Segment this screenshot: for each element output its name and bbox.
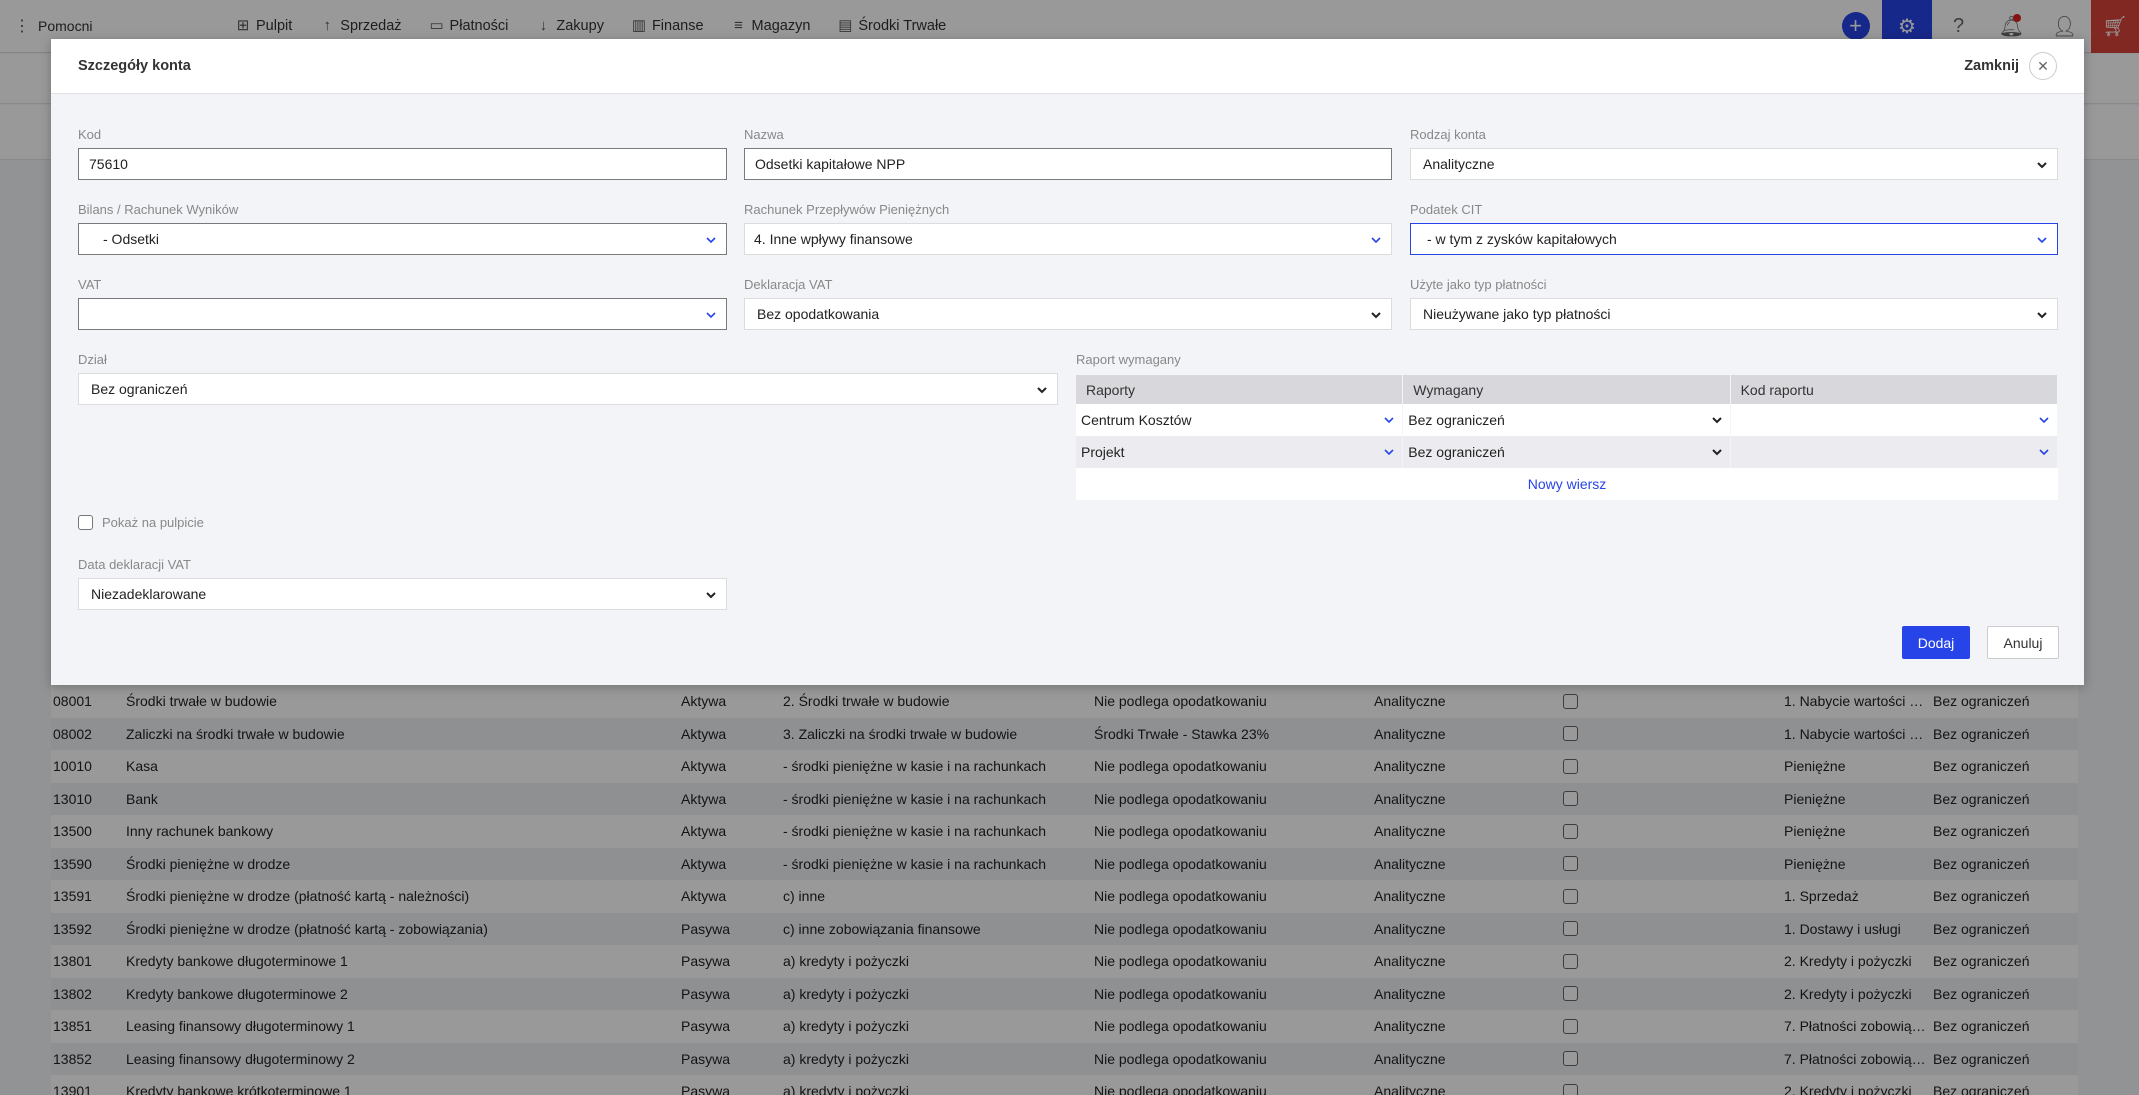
header-raporty: Raporty bbox=[1076, 375, 1404, 404]
typ-platnosci-value: Nieużywane jako typ płatności bbox=[1423, 306, 1611, 322]
rodzaj-konta-select[interactable]: Analityczne bbox=[1410, 148, 2058, 180]
chevron-down-icon bbox=[1382, 413, 1396, 427]
chevron-down-icon bbox=[704, 233, 718, 247]
bilans-label: Bilans / Rachunek Wyników bbox=[78, 202, 239, 217]
vat-select[interactable] bbox=[78, 298, 727, 330]
new-row-button[interactable]: Nowy wiersz bbox=[1076, 468, 2058, 500]
dzial-value: Bez ograniczeń bbox=[91, 381, 188, 397]
vat-label: VAT bbox=[78, 277, 102, 292]
rodzaj-konta-value: Analityczne bbox=[1423, 156, 1495, 172]
modal-header: Szczegóły konta Zamknij ✕ bbox=[51, 39, 2084, 94]
chevron-down-icon bbox=[1369, 308, 1383, 322]
report-select[interactable]: Projekt bbox=[1076, 436, 1404, 468]
chevron-down-icon bbox=[1369, 233, 1383, 247]
vat-field-group: VAT bbox=[78, 277, 727, 330]
dzial-field-group: Dział Bez ograniczeń bbox=[78, 352, 1058, 405]
przeplywy-select[interactable]: 4. Inne wpływy finansowe bbox=[744, 223, 1392, 255]
report-value: Projekt bbox=[1081, 444, 1125, 460]
chevron-down-icon bbox=[2035, 233, 2049, 247]
rodzaj-konta-field-group: Rodzaj konta Analityczne bbox=[1410, 127, 2058, 180]
chevron-down-icon bbox=[2037, 445, 2051, 459]
required-value: Bez ograniczeń bbox=[1408, 444, 1505, 460]
bilans-value: - Odsetki bbox=[103, 231, 160, 247]
typ-platnosci-label: Użyte jako typ płatności bbox=[1410, 277, 1547, 292]
report-value: Centrum Kosztów bbox=[1081, 412, 1192, 428]
report-row: Projekt Bez ograniczeń bbox=[1076, 436, 2058, 468]
rodzaj-konta-label: Rodzaj konta bbox=[1410, 127, 1486, 142]
chevron-down-icon bbox=[704, 308, 718, 322]
report-code-select[interactable] bbox=[1730, 436, 2058, 468]
add-button[interactable]: Dodaj bbox=[1902, 626, 1970, 659]
data-deklaracji-select[interactable]: Niezadeklarowane bbox=[78, 578, 727, 610]
report-row: Centrum Kosztów Bez ograniczeń bbox=[1076, 404, 2058, 436]
required-value: Bez ograniczeń bbox=[1408, 412, 1505, 428]
chevron-down-icon bbox=[1382, 445, 1396, 459]
report-required-label: Raport wymagany bbox=[1076, 352, 1181, 367]
przeplywy-label: Rachunek Przepływów Pieniężnych bbox=[744, 202, 950, 217]
deklaracja-vat-select[interactable]: Bez opodatkowania bbox=[744, 298, 1392, 330]
chevron-down-icon bbox=[2035, 158, 2049, 172]
account-details-modal: Szczegóły konta Zamknij ✕ Kod 75610 Nazw… bbox=[51, 39, 2084, 685]
header-kod-raportu: Kod raportu bbox=[1731, 375, 2058, 404]
dzial-select[interactable]: Bez ograniczeń bbox=[78, 373, 1058, 405]
required-select[interactable]: Bez ograniczeń bbox=[1403, 404, 1731, 436]
deklaracja-vat-label: Deklaracja VAT bbox=[744, 277, 833, 292]
data-deklaracji-value: Niezadeklarowane bbox=[91, 586, 207, 602]
report-select[interactable]: Centrum Kosztów bbox=[1076, 404, 1404, 436]
nazwa-field-group: Nazwa Odsetki kapitałowe NPP bbox=[744, 127, 1392, 180]
chevron-down-icon bbox=[1710, 413, 1724, 427]
show-on-dashboard[interactable]: Pokaż na pulpicie bbox=[78, 515, 204, 530]
modal-title: Szczegóły konta bbox=[78, 58, 191, 74]
kod-input[interactable]: 75610 bbox=[78, 148, 727, 180]
cit-label: Podatek CIT bbox=[1410, 202, 1483, 217]
report-code-select[interactable] bbox=[1730, 404, 2058, 436]
cancel-button[interactable]: Anuluj bbox=[1987, 626, 2059, 659]
report-grid-header: Raporty Wymagany Kod raportu bbox=[1076, 375, 2058, 404]
cit-field-group: Podatek CIT - w tym z zysków kapitałowyc… bbox=[1410, 202, 2058, 255]
chevron-down-icon bbox=[2037, 413, 2051, 427]
close-button[interactable]: Zamknij ✕ bbox=[1964, 52, 2057, 80]
close-label: Zamknij bbox=[1964, 58, 2019, 74]
data-deklaracji-field-group: Data deklaracji VAT Niezadeklarowane bbox=[78, 557, 727, 610]
bilans-select[interactable]: - Odsetki bbox=[78, 223, 727, 255]
bilans-field-group: Bilans / Rachunek Wyników - Odsetki bbox=[78, 202, 727, 255]
cit-select[interactable]: - w tym z zysków kapitałowych bbox=[1410, 223, 2058, 255]
przeplywy-value: 4. Inne wpływy finansowe bbox=[754, 231, 913, 247]
header-wymagany: Wymagany bbox=[1403, 375, 1731, 404]
typ-platnosci-select[interactable]: Nieużywane jako typ płatności bbox=[1410, 298, 2058, 330]
nazwa-label: Nazwa bbox=[744, 127, 784, 142]
cit-value: - w tym z zysków kapitałowych bbox=[1427, 231, 1617, 247]
kod-label: Kod bbox=[78, 127, 102, 142]
chevron-down-icon bbox=[1710, 445, 1724, 459]
chevron-down-icon bbox=[2035, 308, 2049, 322]
kod-field-group: Kod 75610 bbox=[78, 127, 727, 180]
required-select[interactable]: Bez ograniczeń bbox=[1403, 436, 1731, 468]
chevron-down-icon bbox=[1035, 383, 1049, 397]
dzial-label: Dział bbox=[78, 352, 107, 367]
deklaracja-vat-value: Bez opodatkowania bbox=[757, 306, 880, 322]
nazwa-input[interactable]: Odsetki kapitałowe NPP bbox=[744, 148, 1392, 180]
przeplywy-field-group: Rachunek Przepływów Pieniężnych 4. Inne … bbox=[744, 202, 1392, 255]
show-on-dashboard-label: Pokaż na pulpicie bbox=[102, 515, 204, 530]
report-grid: Raporty Wymagany Kod raportu Centrum Kos… bbox=[1076, 375, 2058, 500]
data-deklaracji-label: Data deklaracji VAT bbox=[78, 557, 191, 572]
deklaracja-vat-field-group: Deklaracja VAT Bez opodatkowania bbox=[744, 277, 1392, 330]
chevron-down-icon bbox=[704, 588, 718, 602]
show-on-dashboard-checkbox[interactable] bbox=[78, 515, 93, 530]
close-icon: ✕ bbox=[2029, 52, 2057, 80]
typ-platnosci-field-group: Użyte jako typ płatności Nieużywane jako… bbox=[1410, 277, 2058, 330]
